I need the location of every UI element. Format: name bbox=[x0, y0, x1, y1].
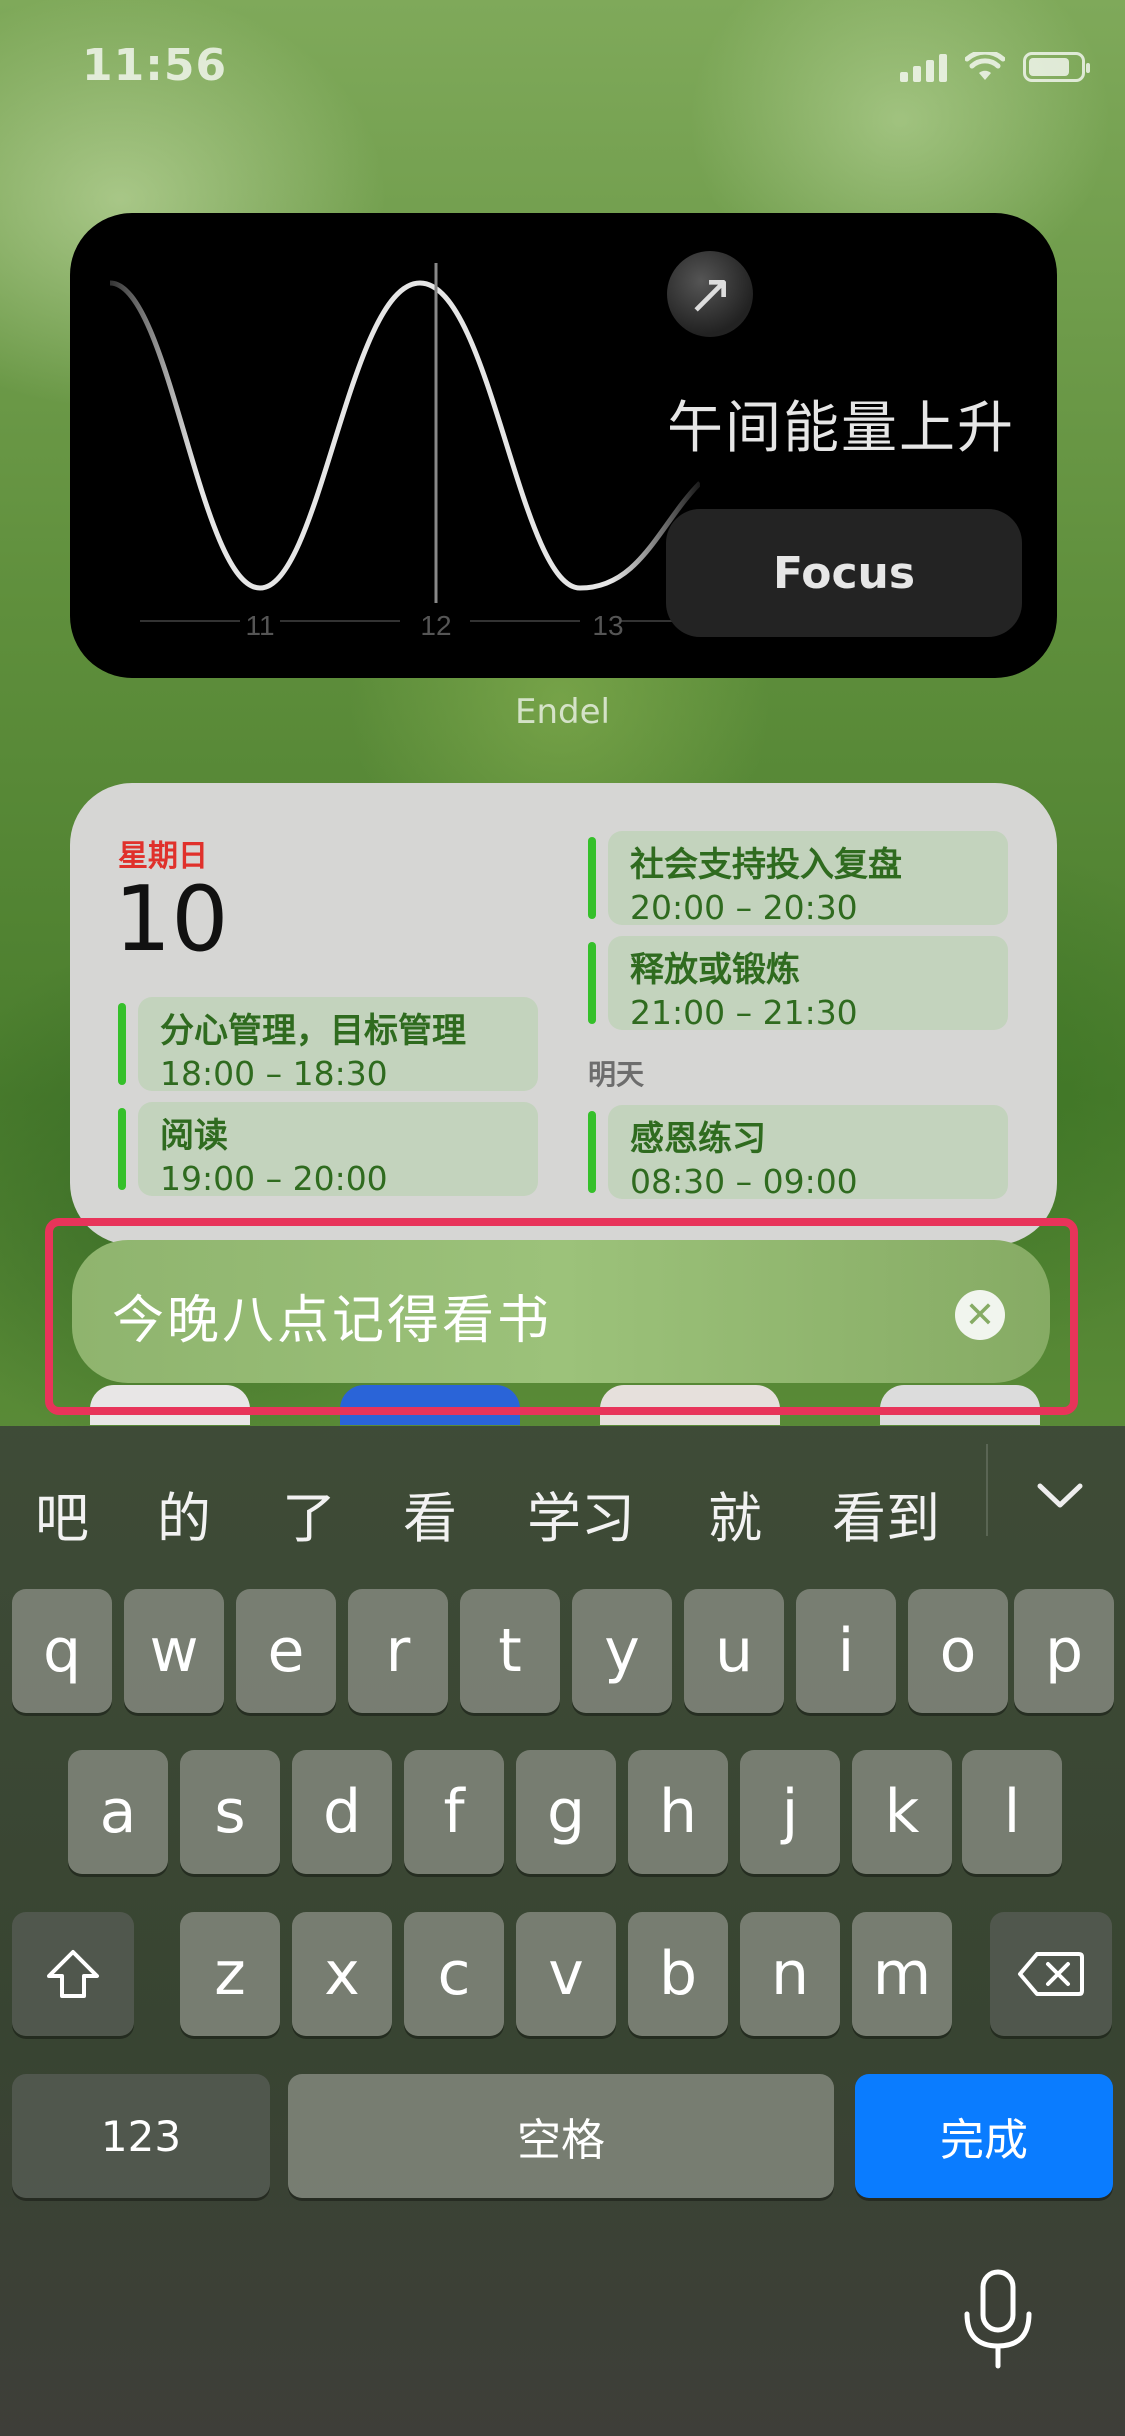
calendar-event[interactable]: 释放或锻炼 21:00 – 21:30 bbox=[588, 936, 1008, 1032]
candidate-word[interactable]: 就 bbox=[708, 1474, 762, 1553]
microphone-icon[interactable] bbox=[955, 2266, 1041, 2376]
key-a[interactable]: a bbox=[68, 1750, 168, 1874]
calendar-event[interactable]: 分心管理，目标管理 18:00 – 18:30 bbox=[118, 997, 538, 1093]
battery-icon bbox=[1023, 52, 1090, 82]
status-time: 11:56 bbox=[82, 40, 228, 91]
key-n[interactable]: n bbox=[740, 1912, 840, 2036]
key-u[interactable]: u bbox=[684, 1589, 784, 1713]
cellular-signal-icon bbox=[900, 52, 947, 82]
status-bar: 11:56 bbox=[0, 0, 1125, 135]
key-i[interactable]: i bbox=[796, 1589, 896, 1713]
wifi-icon bbox=[965, 52, 1005, 80]
calendar-tomorrow-label: 明天 bbox=[588, 1058, 645, 1091]
candidate-word[interactable]: 看到 bbox=[832, 1474, 940, 1553]
calendar-event[interactable]: 感恩练习 08:30 – 09:00 bbox=[588, 1105, 1008, 1201]
key-b[interactable]: b bbox=[628, 1912, 728, 2036]
candidate-word[interactable]: 吧 bbox=[35, 1474, 89, 1553]
axis-label-13: 13 bbox=[592, 610, 623, 641]
shift-key[interactable] bbox=[12, 1912, 134, 2036]
widget-caption-endel: Endel bbox=[515, 692, 610, 732]
key-t[interactable]: t bbox=[460, 1589, 560, 1713]
calendar-event[interactable]: 社会支持投入复盘 20:00 – 20:30 bbox=[588, 831, 1008, 927]
key-z[interactable]: z bbox=[180, 1912, 280, 2036]
shift-icon bbox=[47, 1950, 99, 1998]
candidate-bar: 吧 的 了 看 学习 就 看到 bbox=[0, 1426, 1125, 1576]
event-time: 19:00 – 20:00 bbox=[160, 1159, 388, 1198]
event-title: 释放或锻炼 bbox=[630, 950, 800, 990]
event-title: 社会支持投入复盘 bbox=[630, 845, 902, 885]
energy-wave-chart: 11 12 13 bbox=[109, 263, 700, 641]
axis-label-12: 12 bbox=[420, 610, 451, 641]
event-title: 分心管理，目标管理 bbox=[160, 1011, 466, 1051]
key-e[interactable]: e bbox=[236, 1589, 336, 1713]
event-title: 阅读 bbox=[160, 1116, 228, 1156]
candidate-word[interactable]: 的 bbox=[157, 1474, 211, 1553]
candidate-word[interactable]: 了 bbox=[282, 1474, 336, 1553]
candidate-divider bbox=[986, 1444, 988, 1536]
calendar-widget[interactable]: 星期日 10 分心管理，目标管理 18:00 – 18:30 阅读 19:00 … bbox=[70, 783, 1057, 1245]
key-j[interactable]: j bbox=[740, 1750, 840, 1874]
numbers-key[interactable]: 123 bbox=[12, 2074, 270, 2198]
endel-widget[interactable]: 11 12 13 ↗ 午间能量上升 Focus bbox=[70, 213, 1057, 678]
candidate-word[interactable]: 学习 bbox=[527, 1474, 635, 1553]
calendar-event[interactable]: 阅读 19:00 – 20:00 bbox=[118, 1102, 538, 1198]
key-c[interactable]: c bbox=[404, 1912, 504, 2036]
key-o[interactable]: o bbox=[908, 1589, 1008, 1713]
event-time: 18:00 – 18:30 bbox=[160, 1054, 388, 1093]
candidate-word[interactable]: 看 bbox=[403, 1474, 457, 1553]
key-g[interactable]: g bbox=[516, 1750, 616, 1874]
key-m[interactable]: m bbox=[852, 1912, 952, 2036]
event-time: 21:00 – 21:30 bbox=[630, 993, 858, 1032]
highlight-box bbox=[45, 1218, 1078, 1415]
key-y[interactable]: y bbox=[572, 1589, 672, 1713]
event-title: 感恩练习 bbox=[630, 1119, 766, 1159]
space-key[interactable]: 空格 bbox=[288, 2074, 834, 2198]
key-v[interactable]: v bbox=[516, 1912, 616, 2036]
arrow-up-right-icon: ↗ bbox=[667, 251, 753, 337]
event-time: 08:30 – 09:00 bbox=[630, 1162, 858, 1201]
key-f[interactable]: f bbox=[404, 1750, 504, 1874]
axis-label-11: 11 bbox=[245, 610, 274, 641]
key-r[interactable]: r bbox=[348, 1589, 448, 1713]
delete-key[interactable] bbox=[990, 1912, 1112, 2036]
chevron-down-icon[interactable] bbox=[1030, 1466, 1090, 1526]
status-icons bbox=[900, 52, 1090, 82]
key-d[interactable]: d bbox=[292, 1750, 392, 1874]
key-k[interactable]: k bbox=[852, 1750, 952, 1874]
done-key[interactable]: 完成 bbox=[855, 2074, 1113, 2198]
key-q[interactable]: q bbox=[12, 1589, 112, 1713]
backspace-icon bbox=[1018, 1952, 1084, 1996]
energy-message: 午间能量上升 bbox=[667, 396, 1015, 461]
key-w[interactable]: w bbox=[124, 1589, 224, 1713]
key-l[interactable]: l bbox=[962, 1750, 1062, 1874]
event-time: 20:00 – 20:30 bbox=[630, 888, 858, 927]
key-x[interactable]: x bbox=[292, 1912, 392, 2036]
focus-button[interactable]: Focus bbox=[666, 509, 1022, 637]
key-h[interactable]: h bbox=[628, 1750, 728, 1874]
calendar-day: 10 bbox=[114, 867, 229, 972]
key-s[interactable]: s bbox=[180, 1750, 280, 1874]
key-p[interactable]: p bbox=[1014, 1589, 1114, 1713]
